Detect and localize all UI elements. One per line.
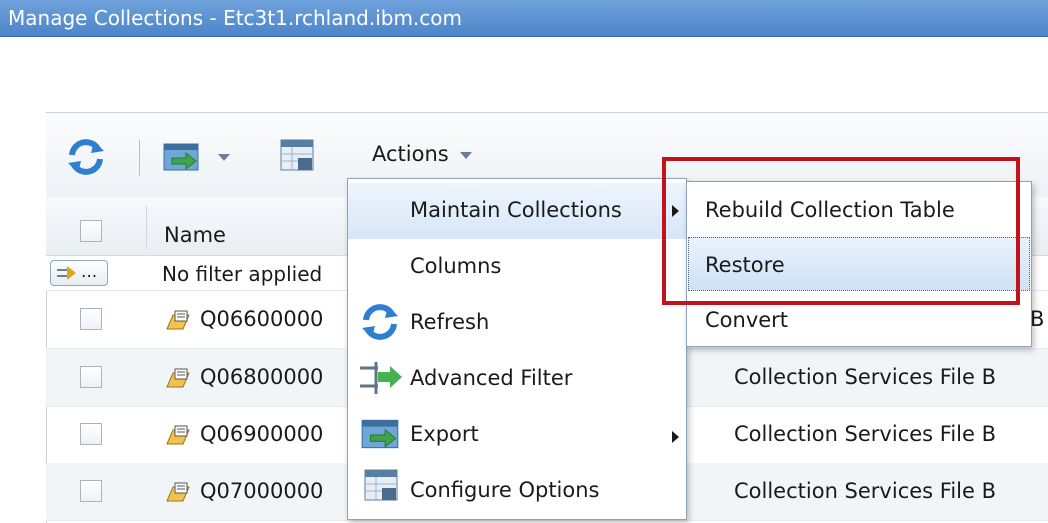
column-header-name[interactable]: Name: [164, 223, 226, 247]
export-icon[interactable]: [162, 140, 202, 174]
submenu-arrow-icon: [672, 431, 679, 443]
row-description: Collection Services File B: [734, 422, 996, 446]
row-description: Collection Services File B: [734, 365, 996, 389]
row-description: B: [1030, 307, 1045, 331]
advanced-filter-icon: [360, 362, 402, 394]
filter-status: No filter applied: [162, 262, 323, 286]
row-name[interactable]: Q06600000: [200, 307, 323, 331]
menu-item-label: Export: [410, 422, 479, 446]
refresh-icon[interactable]: [64, 135, 108, 179]
configure-options-icon[interactable]: [278, 136, 318, 176]
filter-arrow-icon: [57, 266, 76, 280]
export-dropdown-icon[interactable]: [218, 154, 230, 161]
select-all-checkbox[interactable]: [80, 220, 102, 242]
highlight-annotation-box: [662, 157, 1020, 305]
row-checkbox[interactable]: [80, 423, 102, 445]
column-separator: [146, 206, 147, 250]
row-checkbox[interactable]: [80, 480, 102, 502]
row-name[interactable]: Q06800000: [200, 365, 323, 389]
submenu-item-label: Convert: [705, 308, 789, 332]
actions-dropdown-icon[interactable]: [460, 152, 472, 159]
filter-button-label: ...: [81, 262, 98, 282]
menu-item-label: Columns: [410, 254, 502, 278]
row-description: Collection Services File B: [734, 479, 996, 503]
menu-item-label: Refresh: [410, 310, 490, 334]
row-checkbox[interactable]: [80, 366, 102, 388]
menu-item-label: Advanced Filter: [410, 366, 573, 390]
window-title-bar: Manage Collections - Etc3t1.rchland.ibm.…: [0, 0, 1048, 37]
row-checkbox[interactable]: [80, 308, 102, 330]
configure-options-icon: [364, 469, 398, 501]
menu-item-columns[interactable]: [348, 239, 686, 295]
collection-file-icon: [166, 425, 190, 445]
export-icon: [361, 419, 399, 449]
filter-button[interactable]: ...: [50, 260, 108, 286]
row-name[interactable]: Q06900000: [200, 422, 323, 446]
refresh-icon: [362, 304, 398, 340]
toolbar-divider: [139, 140, 140, 176]
menu-item-label: Maintain Collections: [410, 198, 622, 222]
collection-file-icon: [166, 310, 190, 330]
menu-item-label: Configure Options: [410, 478, 600, 502]
row-name[interactable]: Q07000000: [200, 479, 323, 503]
collection-file-icon: [166, 482, 190, 502]
window-title: Manage Collections - Etc3t1.rchland.ibm.…: [8, 6, 463, 30]
actions-menu-button[interactable]: Actions: [372, 142, 449, 166]
collection-file-icon: [166, 368, 190, 388]
